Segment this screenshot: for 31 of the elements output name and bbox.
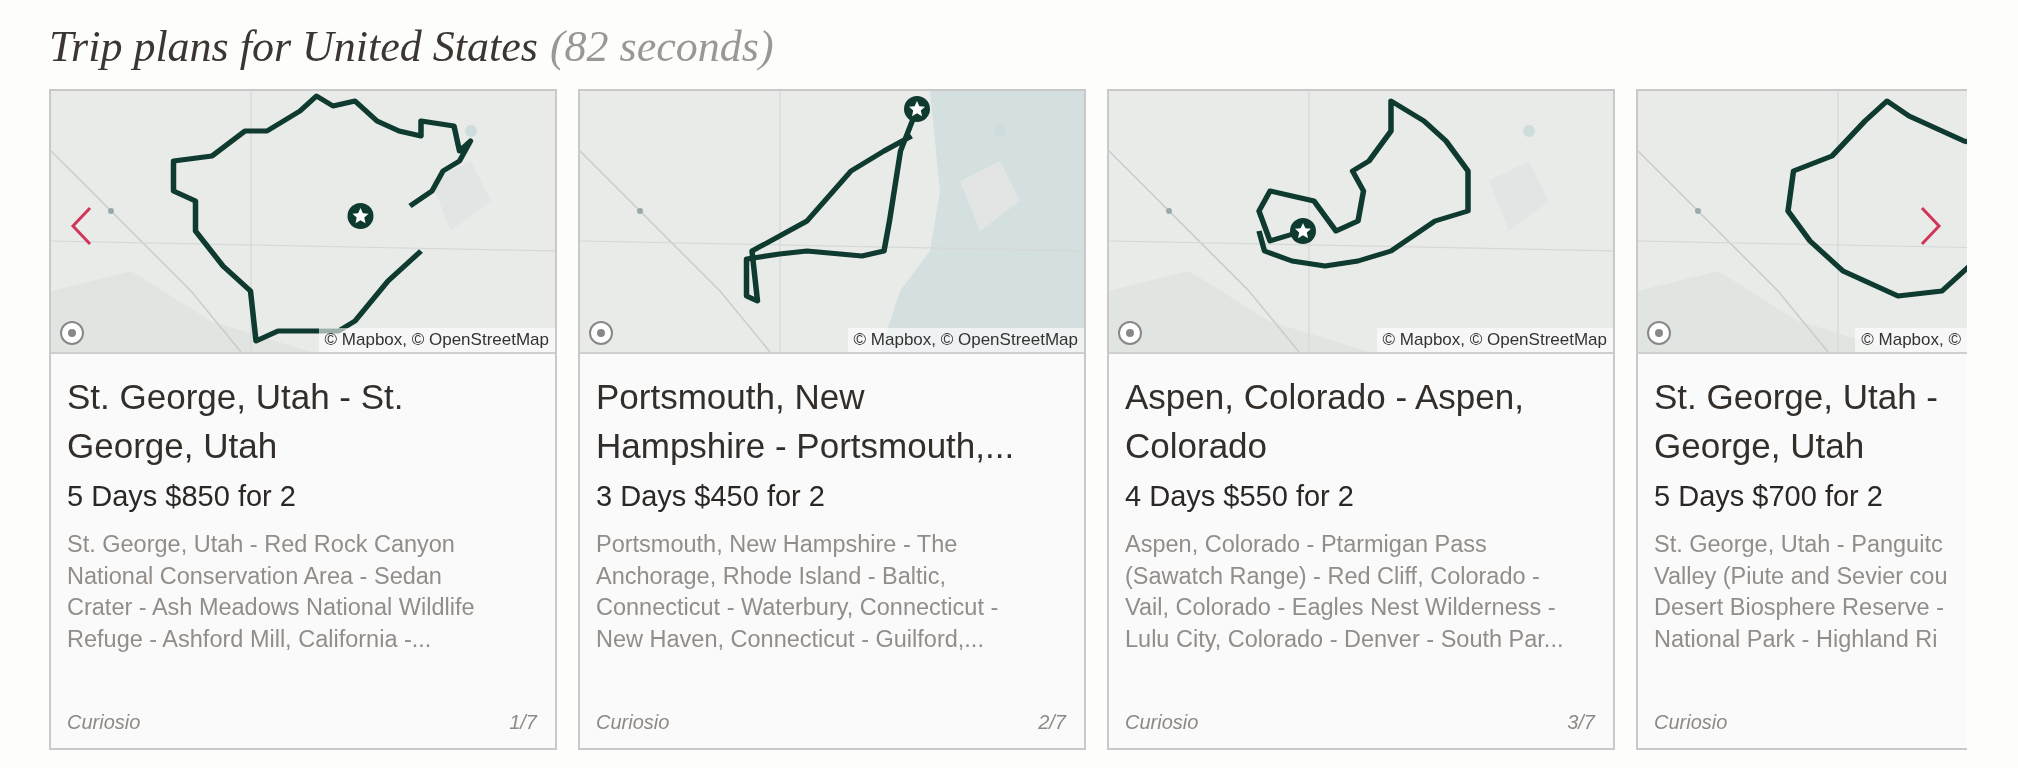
trip-title: Portsmouth, New Hampshire - Portsmouth,... [596,376,1016,467]
map-attribution: © Mapbox, © OpenStreetMap [318,328,555,352]
trip-card[interactable]: © Mapbox, © St. George, Utah - George, Utah 5 Days $700 for 2 St. George, Utah - Panguitc Valley (Piute and Sevier cou Desert Biosphere Reserve - National Park - Highland Ri Curiosio [1636,89,1967,750]
page-index: 2/7 [1038,711,1066,734]
trip-card[interactable] [1107,89,1615,750]
trip-description: Portsmouth, New Hampshire - The Anchorage, Rhode Island - Baltic, Connecticut - Waterbury, Connecticut - New Haven, Connecticut - Guilford,... [596,530,1000,654]
trip-price: 5 Days $700 for 2 [1654,480,1884,513]
map-attribution: © Mapbox, © OpenStreetMap [1376,328,1613,352]
chevron-right-icon [1920,206,1942,246]
trip-title: St. George, Utah - St. George, Utah [67,376,405,467]
trip-price: 3 Days $450 for 2 [596,480,826,513]
source-label: Curiosio [596,711,670,734]
trip-description: Aspen, Colorado - Ptarmigan Pass (Sawatch Range) - Red Cliff, Colorado - Vail, Colorado - Eagles Nest Wilderness - Lulu City, Colorado - Denver - South Par... [1125,530,1565,654]
source-label: Curiosio [1125,711,1199,734]
source-label: Curiosio [1654,711,1728,734]
trip-description: St. George, Utah - Red Rock Canyon National Conservation Area - Sedan Crater - Ash Meadows National Wildlife Refuge - Ashford Mill, California -... [67,530,476,654]
page-index: 1/7 [509,711,537,734]
duration-label: (82 seconds) [549,21,774,72]
map-attribution: © Mapbox, © OpenStreetMap [847,328,1084,352]
page-index: 3/7 [1567,711,1595,734]
source-label: Curiosio [67,711,141,734]
trip-card[interactable] [578,89,1086,750]
trip-card[interactable] [49,89,557,750]
map-attribution: © Mapbox, © [1855,328,1967,352]
trip-price: 5 Days $850 for 2 [67,480,297,513]
chevron-left-icon [70,206,92,246]
trip-description: St. George, Utah - Panguitc Valley (Piute and Sevier cou Desert Biosphere Reserve - National Park - Highland Ri [1654,530,1949,654]
trip-title: Aspen, Colorado - Aspen, Colorado [1125,376,1525,467]
page-title: Trip plans for United States [49,21,538,72]
trip-title: St. George, Utah - George, Utah [1654,376,1940,467]
trip-price: 4 Days $550 for 2 [1125,480,1355,513]
